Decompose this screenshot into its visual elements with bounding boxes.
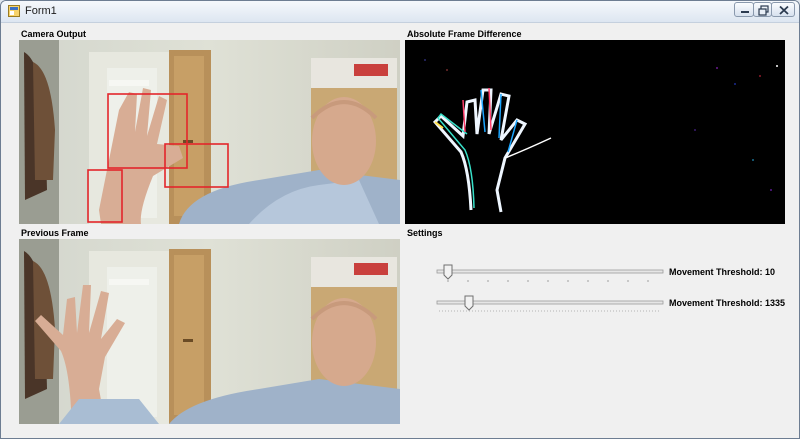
trackbar-1-thumb[interactable] [443, 264, 453, 280]
previous-frame-label: Previous Frame [21, 228, 89, 238]
previous-frame-picturebox[interactable] [19, 239, 400, 424]
camera-output-label: Camera Output [21, 29, 87, 39]
title-bar[interactable]: Form1 [1, 1, 799, 23]
minimize-icon [741, 11, 749, 13]
trackbar-2-graphic [436, 295, 664, 312]
movement-threshold-trackbar-2[interactable] [435, 294, 665, 314]
frame-difference-label: Absolute Frame Difference [407, 29, 522, 39]
close-button[interactable] [771, 2, 795, 17]
window-title: Form1 [25, 5, 57, 17]
movement-threshold-label-2: Movement Threshold: 1335 [669, 298, 786, 308]
restore-button[interactable] [753, 2, 772, 17]
winforms-app-icon [8, 5, 20, 17]
minimize-button[interactable] [734, 2, 754, 17]
movement-threshold-label-1: Movement Threshold: 10 [669, 267, 776, 277]
trackbar-1-graphic [436, 264, 664, 282]
frame-difference-picturebox[interactable] [405, 40, 785, 224]
movement-threshold-trackbar-1[interactable] [435, 263, 665, 283]
settings-label: Settings [407, 228, 443, 238]
main-window: Form1 Camera Output Absolute Frame Diffe… [0, 0, 800, 439]
camera-output-picturebox[interactable] [19, 40, 400, 224]
close-icon [779, 5, 789, 15]
trackbar-2-thumb[interactable] [464, 295, 474, 311]
